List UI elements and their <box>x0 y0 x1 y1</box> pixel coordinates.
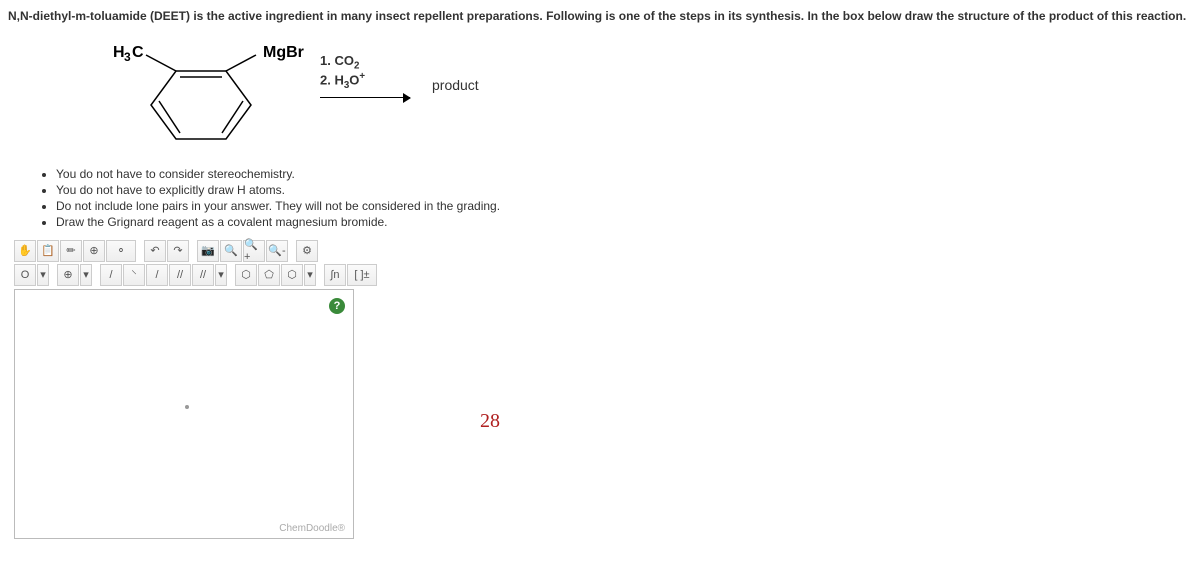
charge-tool[interactable]: ⊕ <box>83 240 105 262</box>
dropdown-icon[interactable]: ▾ <box>80 264 92 286</box>
double-bond[interactable]: // <box>169 264 191 286</box>
instruction-item: Do not include lone pairs in your answer… <box>56 199 1192 213</box>
plus-charge[interactable]: ⊕ <box>57 264 79 286</box>
zoom-out-tool[interactable]: 🔍- <box>266 240 288 262</box>
element-o[interactable]: O <box>14 264 36 286</box>
dropdown-icon[interactable]: ▾ <box>215 264 227 286</box>
methyl-label: H <box>113 44 125 61</box>
svg-text:C: C <box>132 44 144 61</box>
toolbar-row-2: O ▾ ⊕ ▾ / ⸌ / // // ▾ ⬡ ⬠ ⬡ ▾ ∫n [ ]± <box>14 263 377 287</box>
integral-tool[interactable]: ∫n <box>324 264 346 286</box>
drawing-canvas[interactable]: ? ChemDoodle® <box>14 289 354 539</box>
canvas-center-dot <box>185 405 189 409</box>
dropdown-icon[interactable]: ▾ <box>304 264 316 286</box>
condition-step2: 2. H3O+ <box>320 71 410 91</box>
help-icon[interactable]: ? <box>329 298 345 314</box>
question-header: N,N-diethyl-m-toluamide (DEET) is the ac… <box>8 8 1192 25</box>
undo-tool[interactable]: ↶ <box>144 240 166 262</box>
reaction-scheme: H 3 C MgBr 1. CO2 2. H3O+ product <box>108 37 1192 147</box>
structure-tool[interactable]: ⚬ <box>106 240 136 262</box>
triple-bond[interactable]: // <box>192 264 214 286</box>
product-label: product <box>432 77 479 93</box>
chemdoodle-watermark: ChemDoodle® <box>279 523 345 534</box>
handwritten-annotation: 28 <box>480 410 500 433</box>
zoom-in-tool[interactable]: 🔍+ <box>243 240 265 262</box>
redo-tool[interactable]: ↷ <box>167 240 189 262</box>
bracket-tool[interactable]: [ ]± <box>347 264 377 286</box>
instructions-list: You do not have to consider stereochemis… <box>38 167 1192 229</box>
hexagon-ring[interactable]: ⬡ <box>235 264 257 286</box>
single-bond[interactable]: / <box>100 264 122 286</box>
instruction-item: You do not have to consider stereochemis… <box>56 167 1192 181</box>
toolbar-row-1: ✋ 📋 ✏ ⊕ ⚬ ↶ ↷ 📷 🔍 🔍+ 🔍- ⚙ <box>14 239 377 263</box>
dropdown-icon[interactable]: ▾ <box>37 264 49 286</box>
paste-tool[interactable]: 📋 <box>37 240 59 262</box>
pentagon-ring[interactable]: ⬠ <box>258 264 280 286</box>
settings-tool[interactable]: ⚙ <box>296 240 318 262</box>
camera-tool[interactable]: 📷 <box>197 240 219 262</box>
reaction-arrow <box>320 97 410 98</box>
drawing-toolbar: ✋ 📋 ✏ ⊕ ⚬ ↶ ↷ 📷 🔍 🔍+ 🔍- ⚙ O ▾ ⊕ ▾ / ⸌ / … <box>14 239 377 539</box>
hand-tool[interactable]: ✋ <box>14 240 36 262</box>
instruction-item: Draw the Grignard reagent as a covalent … <box>56 215 1192 229</box>
draw-tool[interactable]: ✏ <box>60 240 82 262</box>
zoom-tool[interactable]: 🔍 <box>220 240 242 262</box>
condition-step1: 1. CO2 <box>320 53 410 72</box>
benzene-ring[interactable]: ⬡ <box>281 264 303 286</box>
svg-text:3: 3 <box>124 50 131 64</box>
mgbr-label: MgBr <box>263 44 304 61</box>
bond-tool[interactable]: / <box>146 264 168 286</box>
instruction-item: You do not have to explicitly draw H ato… <box>56 183 1192 197</box>
starting-material: H 3 C MgBr <box>108 37 308 147</box>
wedge-bond[interactable]: ⸌ <box>123 264 145 286</box>
reaction-conditions: 1. CO2 2. H3O+ <box>320 37 410 99</box>
